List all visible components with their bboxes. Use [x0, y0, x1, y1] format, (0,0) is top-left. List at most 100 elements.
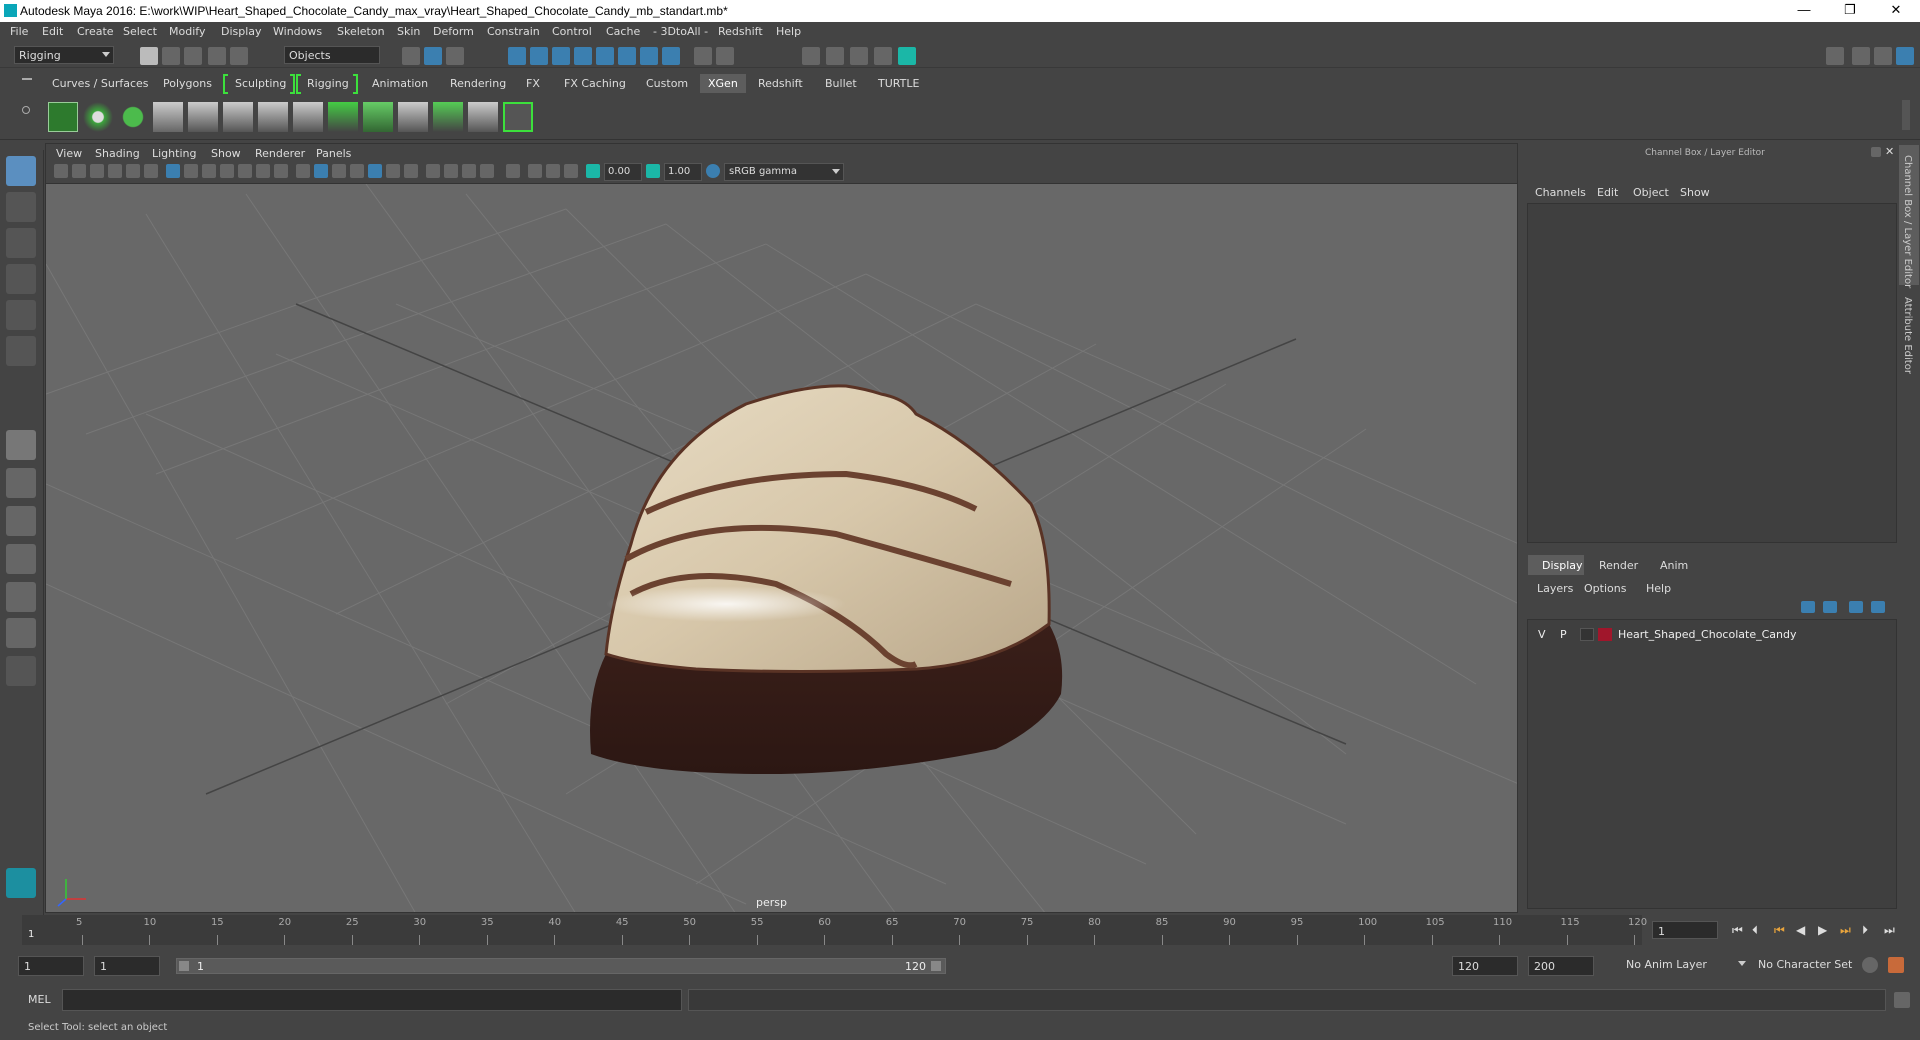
toggle-panel-icon[interactable] [1852, 47, 1870, 65]
menu-select[interactable]: Select [123, 25, 157, 38]
snap-point-icon[interactable] [552, 47, 570, 65]
layer-row[interactable]: V P Heart_Shaped_Chocolate_Candy [1532, 626, 1894, 644]
open-scene-icon[interactable] [162, 47, 180, 65]
ipr-render-icon[interactable] [826, 47, 844, 65]
step-forward-key-icon[interactable]: ⏭ [1840, 923, 1851, 938]
close-button[interactable]: ✕ [1873, 0, 1919, 22]
layers-menu[interactable]: Layers [1537, 582, 1573, 595]
smooth-shade-icon[interactable] [314, 164, 328, 178]
animation-end-field[interactable]: 200 [1528, 956, 1594, 976]
current-frame-field[interactable]: 1 [1652, 921, 1718, 939]
tab-anim[interactable]: Anim [1660, 559, 1688, 572]
time-slider[interactable]: 1 5 10 15 20 25 30 35 40 45 50 55 60 65 70 75 80 85 90 95 1… [22, 915, 1647, 945]
move-layer-up-icon[interactable] [1801, 601, 1815, 613]
vp-menu-view[interactable]: View [56, 147, 82, 160]
graph-editor-layout-icon[interactable] [6, 618, 36, 648]
menu-deform[interactable]: Deform [433, 25, 474, 38]
playback-start-field[interactable]: 1 [94, 956, 160, 976]
play-backwards-icon[interactable]: ◀ [1796, 923, 1805, 937]
gamma-icon[interactable] [646, 164, 660, 178]
scale-tool-icon[interactable] [6, 336, 36, 366]
menu-skin[interactable]: Skin [397, 25, 420, 38]
xgen-utilities-icon[interactable] [503, 102, 533, 132]
vp-menu-renderer[interactable]: Renderer [255, 147, 305, 160]
menu-control[interactable]: Control [552, 25, 592, 38]
outliner-layout-icon[interactable] [6, 544, 36, 574]
save-scene-icon[interactable] [184, 47, 202, 65]
gamma-field[interactable]: 1.00 [664, 163, 702, 181]
xgen-guide-icon[interactable] [153, 102, 183, 132]
menu-file[interactable]: File [10, 25, 28, 38]
menuset-dropdown[interactable]: Rigging [14, 46, 114, 64]
new-scene-icon[interactable] [140, 47, 158, 65]
tab-turtle[interactable]: TURTLE [870, 74, 927, 93]
xgen-comb-icon[interactable] [398, 102, 428, 132]
three-view-layout-icon[interactable] [6, 582, 36, 612]
select-hierarchy-icon[interactable] [402, 47, 420, 65]
textured-icon[interactable] [368, 164, 382, 178]
animation-start-field[interactable]: 1 [18, 956, 84, 976]
paint-select-tool-icon[interactable] [6, 228, 36, 258]
xgen-description-icon[interactable] [118, 102, 148, 132]
tab-custom[interactable]: Custom [638, 74, 696, 93]
menu-modify[interactable]: Modify [169, 25, 205, 38]
shelf-options-icon[interactable] [22, 106, 30, 114]
close-panel-icon[interactable]: ✕ [1885, 145, 1894, 158]
layer-visibility-toggle[interactable]: V [1538, 628, 1546, 641]
layer-playback-toggle[interactable]: P [1560, 628, 1567, 641]
xgen-preview-icon[interactable] [83, 102, 113, 132]
layer-type-toggle[interactable] [1580, 628, 1594, 641]
multisample-aa-icon[interactable] [462, 164, 476, 178]
use-all-lights-icon[interactable] [386, 164, 400, 178]
step-forward-frame-icon[interactable]: ⏵ [1862, 923, 1868, 938]
wireframe-icon[interactable] [296, 164, 310, 178]
camera-attributes-icon[interactable] [72, 164, 86, 178]
tab-display[interactable]: Display [1528, 555, 1584, 575]
snap-help-icon[interactable] [662, 47, 680, 65]
tab-rigging[interactable]: Rigging [299, 74, 357, 93]
script-editor-icon[interactable] [1894, 992, 1910, 1008]
lasso-tool-icon[interactable] [6, 192, 36, 222]
more-layouts-icon[interactable] [6, 656, 36, 686]
menu-redshift[interactable]: Redshift [718, 25, 763, 38]
show-menu[interactable]: Show [1680, 186, 1710, 199]
range-slider-start-handle[interactable] [179, 961, 189, 971]
bookmark-icon[interactable] [90, 164, 104, 178]
film-gate-icon[interactable] [184, 164, 198, 178]
options-menu[interactable]: Options [1584, 582, 1626, 595]
tab-xgen[interactable]: XGen [700, 74, 746, 93]
menu-edit[interactable]: Edit [42, 25, 63, 38]
field-chart-icon[interactable] [238, 164, 252, 178]
select-object-icon[interactable] [424, 47, 442, 65]
two-view-layout-icon[interactable] [6, 506, 36, 536]
edit-menu[interactable]: Edit [1597, 186, 1618, 199]
tab-sculpting[interactable]: Sculpting [227, 74, 294, 93]
auto-key-icon[interactable] [1862, 957, 1878, 973]
float-panel-icon[interactable] [1871, 147, 1881, 157]
menu-create[interactable]: Create [77, 25, 114, 38]
hypershade-icon[interactable] [874, 47, 892, 65]
vp-menu-shading[interactable]: Shading [95, 147, 140, 160]
character-set-dropdown[interactable]: No Character Set [1754, 956, 1872, 976]
safe-title-icon[interactable] [274, 164, 288, 178]
xray-components-icon[interactable] [564, 164, 578, 178]
snap-grid-icon[interactable] [508, 47, 526, 65]
range-slider[interactable]: 1 120 [176, 958, 946, 974]
chocolate-candy-model[interactable] [590, 384, 1063, 774]
xgen-place-guide-icon[interactable] [223, 102, 253, 132]
mel-label[interactable]: MEL [28, 993, 51, 1006]
channels-menu[interactable]: Channels [1535, 186, 1586, 199]
four-view-layout-icon[interactable] [6, 468, 36, 498]
vp-menu-lighting[interactable]: Lighting [152, 147, 196, 160]
object-menu[interactable]: Object [1633, 186, 1669, 199]
select-component-icon[interactable] [446, 47, 464, 65]
workspace-icon[interactable] [1826, 47, 1844, 65]
outliner-toggle-icon[interactable] [1874, 47, 1892, 65]
range-slider-end-handle[interactable] [931, 961, 941, 971]
wireframe-on-shaded-icon[interactable] [350, 164, 364, 178]
channel-box-area[interactable] [1527, 203, 1897, 543]
safe-action-icon[interactable] [256, 164, 270, 178]
xgen-grass-icon[interactable] [328, 102, 358, 132]
xgen-layers-icon[interactable] [363, 102, 393, 132]
xgen-fur-icon[interactable] [433, 102, 463, 132]
